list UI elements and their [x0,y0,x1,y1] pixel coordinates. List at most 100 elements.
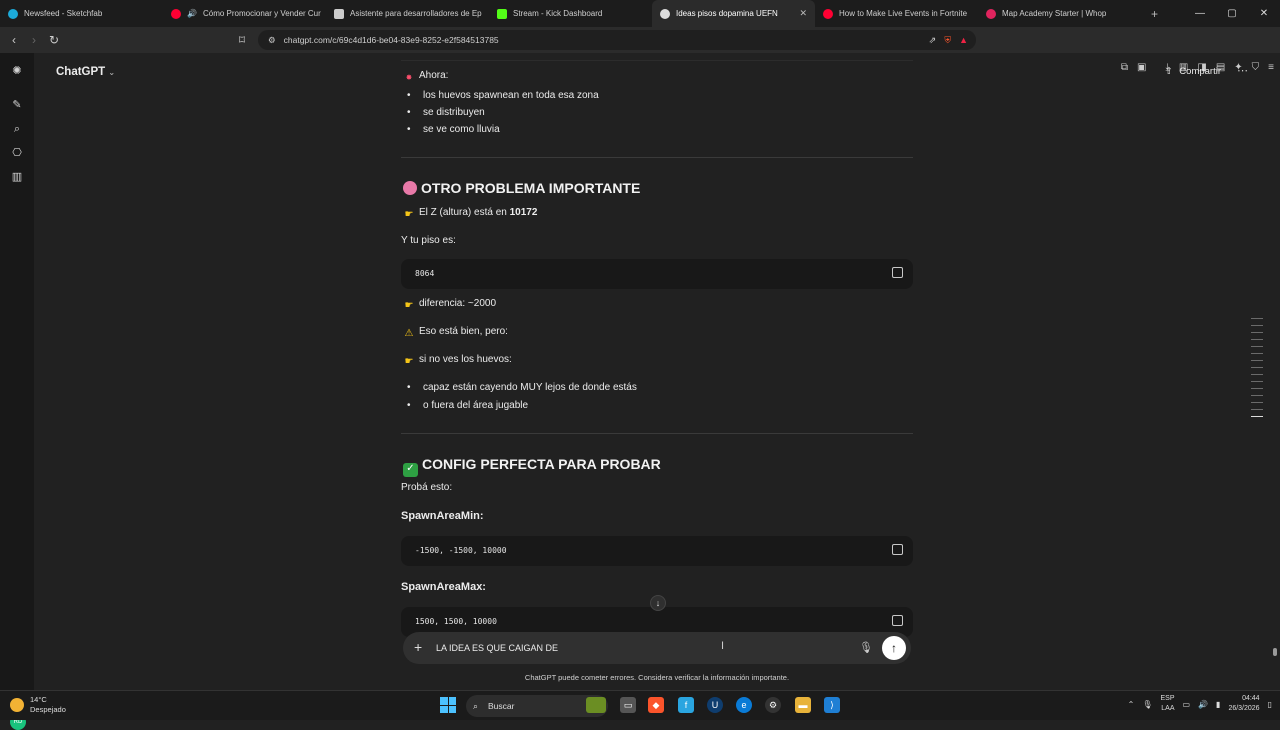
warning-icon: ⚠ [404,328,414,339]
if-not-text: si no ves los huevos: [419,354,512,365]
bookmark-icon[interactable]: ⌑ [232,33,252,47]
unreal-app-icon[interactable]: U [707,697,723,713]
copy-code-icon[interactable] [892,267,903,278]
reload-icon[interactable]: ↻ [44,33,64,47]
tab-whop[interactable]: Map Academy Starter | Whop [978,0,1141,27]
brave-browser-icon[interactable]: ◆ [648,697,664,713]
tab-title: Stream - Kick Dashboard [513,9,603,18]
clock[interactable]: 04:44 26/3/2026 [1228,694,1259,714]
new-chat-icon[interactable]: ✎ [11,99,23,111]
volume-icon[interactable]: 🔊 [1198,700,1208,709]
text-cursor-icon: I [721,640,725,652]
bullet-icon: • [407,90,411,101]
prompt-input[interactable]: LA IDEA ES QUE CAIGAN DE [436,643,558,653]
weather-widget[interactable]: 14°C Despejado [10,695,66,715]
gpts-icon[interactable]: ⎔ [11,147,23,159]
close-window-icon[interactable]: ✕ [1248,0,1280,27]
mic-tray-icon[interactable]: 🎙 [1142,700,1152,709]
brave-shield-icon[interactable]: ⛨ [944,35,951,46]
date: 26/3/2026 [1228,705,1260,712]
share-button[interactable]: ⇧ Compartir [1165,66,1221,77]
edge-browser-icon[interactable]: e [736,697,752,713]
scrollbar-thumb[interactable] [1273,648,1277,656]
weather-condition: Despejado [30,705,66,714]
url-text: chatgpt.com/c/69c4d1d6-be04-83e9-8252-e2… [283,35,499,45]
scroll-to-bottom-button[interactable]: ↓ [650,595,666,611]
tab-title: Asistente para desarrolladores de Ep [350,9,482,18]
tab-kick-dashboard[interactable]: Stream - Kick Dashboard [489,0,652,27]
chevron-up-icon[interactable]: ⌃ [1128,700,1135,709]
tab-sketchfab[interactable]: Newsfeed - Sketchfab [0,0,163,27]
list-item: se distribuyen [423,107,485,118]
sidebar-rail: ✺ ✎ ⌕ ⎔ ▥ RD [0,53,34,730]
tab-epic-assistant[interactable]: Asistente para desarrolladores de Ep [326,0,489,27]
tab-youtube-live-events[interactable]: How to Make Live Events in Fortnite [815,0,978,27]
network-icon[interactable]: ▭ [1183,700,1191,709]
code-block-spawn-min: -1500, -1500, 10000 [401,536,913,566]
vscode-icon[interactable]: ⟩ [824,697,840,713]
divider [401,433,913,434]
sparkle-icon: ✸ [405,73,413,82]
maximize-icon[interactable]: ▢ [1216,0,1248,27]
brand-label: ChatGPT [56,66,106,78]
back-icon[interactable]: ‹ [4,33,24,47]
input-language[interactable]: ESP LAA [1160,694,1174,714]
new-tab-button[interactable]: + [1141,7,1168,21]
file-explorer-icon[interactable]: ▬ [795,697,811,713]
microphone-icon[interactable]: 🎙 [859,641,873,654]
section-heading: ✓ CONFIG PERFECTA PARA PROBAR [403,456,661,477]
site-settings-icon[interactable]: ⚙ [268,35,276,46]
copy-code-icon[interactable] [892,615,903,626]
task-view-icon[interactable]: ▭ [620,697,636,713]
windows-taskbar: 14°C Despejado ⌕ Buscar ▭ ◆ f U e ⚙ ▬ ⟩ … [0,690,1280,720]
bullet-icon: • [407,382,411,393]
chevron-down-icon: ⌄ [108,68,116,77]
share-page-icon[interactable]: ⇗ [929,35,937,46]
search-chats-icon[interactable]: ⌕ [11,123,23,135]
youtube-favicon-icon [823,8,833,19]
openai-logo-icon[interactable]: ✺ [11,65,23,77]
tab-youtube-promocionar[interactable]: 🔊 Cómo Promocionar y Vender Cur [163,0,326,27]
youtube-favicon-icon [171,8,181,19]
copy-code-icon[interactable] [892,544,903,555]
language-code: ESP [1160,695,1175,702]
divider [401,60,913,61]
list-item: se ve como lluvia [423,124,500,135]
conversation-minimap[interactable] [1251,318,1263,423]
brave-rewards-icon[interactable]: ▲ [959,35,968,46]
z-prefix-text: El Z (altura) está en [419,207,510,218]
settings-app-icon[interactable]: ⚙ [765,697,781,713]
send-button[interactable]: ↑ [882,636,906,660]
add-attachment-icon[interactable]: + [414,639,422,655]
start-button[interactable] [440,697,456,713]
tab-title: Cómo Promocionar y Vender Cur [202,9,321,18]
battery-icon[interactable]: ▮ [1216,700,1220,709]
tab-strip: Newsfeed - Sketchfab 🔊 Cómo Promocionar … [0,0,1280,27]
floor-label: Y tu piso es: [401,235,456,246]
forward-icon[interactable]: › [24,33,44,47]
difference-text: diferencia: ~2000 [419,298,497,309]
close-tab-icon[interactable]: ✕ [799,8,807,19]
notifications-icon[interactable]: ▯ [1268,700,1272,709]
more-options-icon[interactable]: ⋯ [1237,64,1248,77]
list-item: o fuera del área jugable [423,400,529,411]
tab-title: Map Academy Starter | Whop [1002,9,1107,18]
model-selector[interactable]: ChatGPT ⌄ [56,66,115,78]
tab-title: Newsfeed - Sketchfab [24,9,103,18]
page-scrollbar[interactable] [1270,53,1280,690]
address-bar[interactable]: ⚙ chatgpt.com/c/69c4d1d6-be04-83e9-8252-… [258,30,976,50]
bullet-icon: • [407,107,411,118]
search-icon: ⌕ [473,701,479,711]
fiverr-app-icon[interactable]: f [678,697,694,713]
kick-favicon-icon [497,8,507,19]
tab-title: Ideas pisos dopamina UEFN [676,9,778,18]
share-icon: ⇧ [1164,66,1173,77]
library-icon[interactable]: ▥ [11,171,23,183]
bullet-icon: • [407,124,411,135]
spawn-max-label: SpawnAreaMax: [401,581,486,593]
code-block-floor: 8064 [401,259,913,289]
tab-chatgpt-active[interactable]: Ideas pisos dopamina UEFN ✕ [652,0,815,27]
spawn-min-label: SpawnAreaMin: [401,510,484,522]
code-text: 8064 [415,269,435,278]
minimize-icon[interactable]: — [1184,0,1216,27]
